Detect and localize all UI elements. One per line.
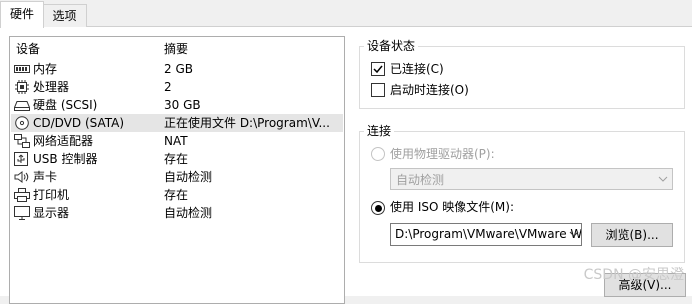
connect-at-power-on-checkbox[interactable] bbox=[371, 83, 385, 97]
iso-path-input[interactable]: D:\Program\VMware\VMware W bbox=[390, 223, 582, 246]
device-list[interactable]: 设备 摘要 内存 2 GB 处理器 2 硬盘 (SCSI) 30 GB CD/D… bbox=[9, 36, 345, 304]
radio-dot-icon bbox=[374, 204, 382, 212]
device-summary: 存在 bbox=[164, 188, 189, 202]
connection-title: 连接 bbox=[364, 123, 395, 139]
iso-path-dropdown-icon[interactable] bbox=[569, 231, 579, 238]
device-summary: NAT bbox=[164, 134, 188, 148]
physical-drive-label[interactable]: 使用物理驱动器(P): bbox=[390, 146, 495, 162]
device-row-network-adapter[interactable]: 网络适配器 NAT bbox=[11, 132, 343, 150]
device-summary: 存在 bbox=[164, 152, 189, 166]
physical-drive-value: 自动检测 bbox=[396, 173, 445, 187]
device-row-display[interactable]: 显示器 自动检测 bbox=[11, 204, 343, 222]
device-row-hard-disk[interactable]: 硬盘 (SCSI) 30 GB bbox=[11, 96, 343, 114]
device-row-memory[interactable]: 内存 2 GB bbox=[11, 60, 343, 78]
device-status-group bbox=[359, 46, 685, 109]
usb-icon bbox=[14, 152, 28, 166]
watermark: CSDN @安思澄 bbox=[583, 267, 684, 283]
device-name: 声卡 bbox=[33, 170, 58, 184]
device-summary: 自动检测 bbox=[164, 170, 213, 184]
device-summary: 2 bbox=[164, 80, 172, 94]
connected-checkbox[interactable] bbox=[371, 62, 385, 76]
device-name: CD/DVD (SATA) bbox=[33, 116, 125, 130]
processor-icon bbox=[15, 80, 29, 94]
chevron-down-icon bbox=[658, 176, 668, 182]
iso-image-label[interactable]: 使用 ISO 映像文件(M): bbox=[390, 199, 514, 215]
device-summary: 正在使用文件 D:\Program\V... bbox=[164, 116, 330, 130]
device-row-processor[interactable]: 处理器 2 bbox=[11, 78, 343, 96]
device-summary: 2 GB bbox=[164, 62, 193, 76]
device-status-title: 设备状态 bbox=[364, 38, 419, 54]
device-row-cd-dvd[interactable]: CD/DVD (SATA) 正在使用文件 D:\Program\V... bbox=[11, 114, 343, 132]
physical-drive-select[interactable]: 自动检测 bbox=[390, 168, 673, 190]
checkmark-icon bbox=[373, 65, 383, 74]
tab-hardware[interactable]: 硬件 bbox=[0, 1, 44, 28]
device-name: USB 控制器 bbox=[33, 152, 98, 166]
device-name: 网络适配器 bbox=[33, 134, 94, 148]
display-icon bbox=[14, 206, 30, 220]
sound-card-icon bbox=[14, 171, 29, 183]
device-row-usb-controller[interactable]: USB 控制器 存在 bbox=[11, 150, 343, 168]
connected-label[interactable]: 已连接(C) bbox=[390, 61, 444, 77]
device-summary: 30 GB bbox=[164, 98, 201, 112]
device-name: 显示器 bbox=[33, 206, 70, 220]
iso-path-value: D:\Program\VMware\VMware W bbox=[395, 227, 582, 241]
device-name: 内存 bbox=[33, 62, 58, 76]
device-row-sound-card[interactable]: 声卡 自动检测 bbox=[11, 168, 343, 186]
memory-icon bbox=[14, 65, 30, 73]
hard-disk-icon bbox=[14, 101, 30, 111]
column-header-summary[interactable]: 摘要 bbox=[164, 41, 188, 57]
device-name: 处理器 bbox=[33, 80, 70, 94]
iso-image-radio[interactable] bbox=[371, 201, 385, 215]
browse-button[interactable]: 浏览(B)... bbox=[591, 223, 673, 247]
device-name: 打印机 bbox=[33, 188, 70, 202]
device-summary: 自动检测 bbox=[164, 206, 213, 220]
device-name: 硬盘 (SCSI) bbox=[33, 98, 98, 112]
network-adapter-icon bbox=[14, 134, 30, 148]
cd-dvd-icon bbox=[15, 116, 29, 130]
printer-icon bbox=[14, 188, 30, 202]
connect-at-power-on-label[interactable]: 启动时连接(O) bbox=[390, 82, 469, 98]
column-header-device[interactable]: 设备 bbox=[16, 41, 40, 57]
tab-strip: 硬件 选项 bbox=[0, 0, 692, 28]
tab-options[interactable]: 选项 bbox=[42, 4, 87, 27]
physical-drive-radio[interactable] bbox=[371, 147, 385, 161]
tab-divider bbox=[0, 26, 692, 27]
device-row-printer[interactable]: 打印机 存在 bbox=[11, 186, 343, 204]
